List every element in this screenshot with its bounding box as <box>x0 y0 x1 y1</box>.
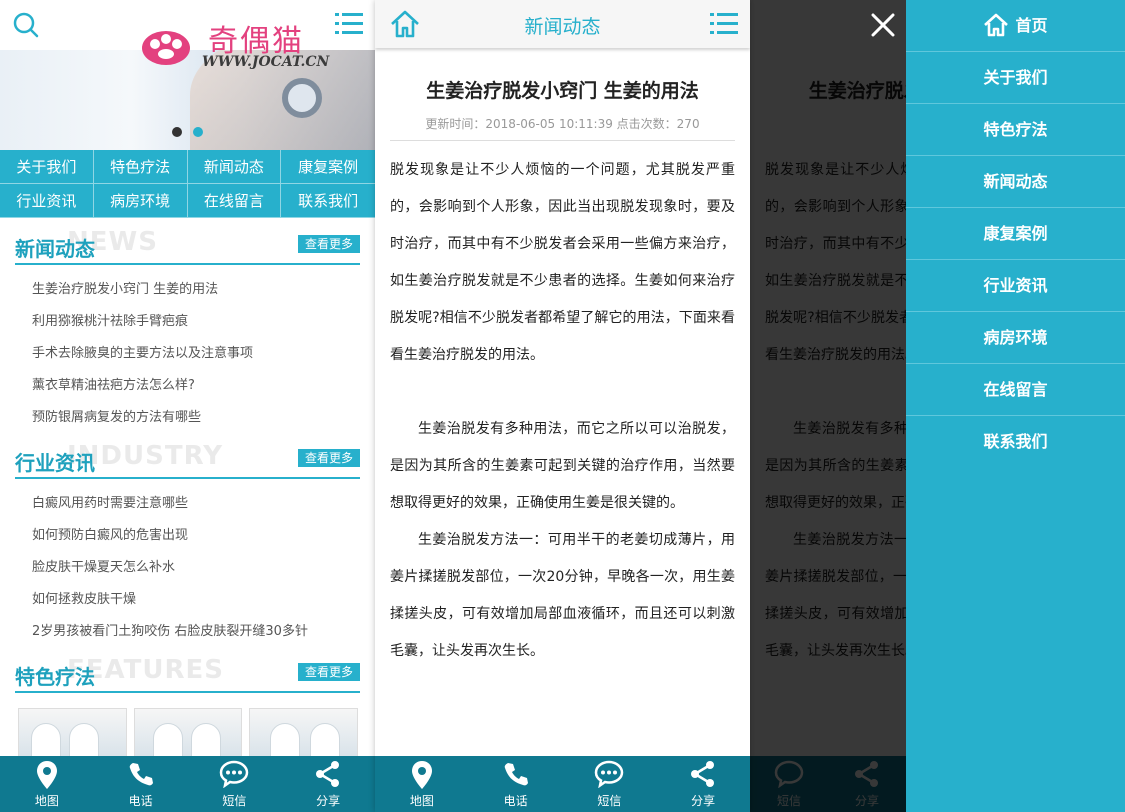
article-meta: 更新时间：2018-06-05 10:11:39 点击次数：270 <box>425 117 700 131</box>
feature-thumb[interactable] <box>133 708 243 758</box>
industry-section-title: 行业资讯 <box>15 451 95 475</box>
side-menu-industry[interactable]: 行业资讯 <box>906 260 1125 312</box>
industry-more-button[interactable]: 查看更多 <box>298 449 360 467</box>
side-menu-contact[interactable]: 联系我们 <box>906 416 1125 468</box>
bottom-share-button[interactable]: 分享 <box>281 756 375 812</box>
list-item[interactable]: 如何拯救皮肤干燥 <box>15 584 360 616</box>
side-menu-cases[interactable]: 康复案例 <box>906 208 1125 260</box>
menu-icon[interactable] <box>710 11 738 37</box>
article-paragraph: 脱发现象是让不少人烦恼的一个问题，尤其脱发严重的，会影响到个人形象，因此当出现脱… <box>390 162 735 363</box>
list-item[interactable]: 白癜风用药时需要注意哪些 <box>15 488 360 520</box>
slider-dot-1[interactable] <box>172 127 182 137</box>
bottom-sms-button[interactable]: 短信 <box>563 756 657 812</box>
list-item[interactable]: 手术去除腋臭的主要方法以及注意事项 <box>15 338 360 370</box>
nav-item-about[interactable]: 关于我们 <box>0 150 94 184</box>
side-menu-message[interactable]: 在线留言 <box>906 364 1125 416</box>
news-section-title: 新闻动态 <box>15 237 95 261</box>
features-thumbnails <box>18 708 359 758</box>
menu-icon[interactable] <box>335 11 363 37</box>
bottom-share-label: 分享 <box>691 794 716 808</box>
share-icon <box>691 761 715 787</box>
site-logo[interactable]: 奇偶猫 WWW.JOCAT.CN <box>138 16 329 74</box>
side-menu-home[interactable]: 首页 <box>906 0 1125 52</box>
nav-item-cases[interactable]: 康复案例 <box>281 150 375 184</box>
nav-item-contact[interactable]: 联系我们 <box>281 184 375 218</box>
bottom-share-button[interactable]: 分享 <box>656 756 750 812</box>
home-icon <box>984 13 1009 36</box>
news-more-button[interactable]: 查看更多 <box>298 235 360 253</box>
bottom-map-label: 地图 <box>34 794 59 808</box>
message-icon <box>595 760 624 788</box>
nav-item-news[interactable]: 新闻动态 <box>187 150 282 184</box>
article-top-bar: 新闻动态 <box>375 0 750 48</box>
features-more-button[interactable]: 查看更多 <box>298 663 360 681</box>
article-paragraph: 生姜治脱发方法一：可用半干的老姜切成薄片，用姜片揉搓脱发部位，一次20分钟，早晚… <box>390 532 735 659</box>
list-item[interactable]: 薰衣草精油祛疤方法怎么样? <box>15 370 360 402</box>
paw-logo-icon <box>142 31 190 65</box>
list-item[interactable]: 2岁男孩被看门土狗咬伤 右脸皮肤裂开缝30多针 <box>15 616 360 648</box>
nav-item-ward[interactable]: 病房环境 <box>93 184 188 218</box>
side-menu-features[interactable]: 特色疗法 <box>906 104 1125 156</box>
bottom-map-button[interactable]: 地图 <box>0 756 94 812</box>
side-menu-about[interactable]: 关于我们 <box>906 52 1125 104</box>
home-nav-grid: 关于我们 特色疗法 新闻动态 康复案例 行业资讯 病房环境 在线留言 联系我们 <box>0 150 375 218</box>
side-menu: 首页 关于我们 特色疗法 新闻动态 康复案例 行业资讯 病房环境 在线留言 联系… <box>906 0 1125 812</box>
home-bottom-bar: 地图 电话 短信 分享 <box>0 756 375 812</box>
feature-thumb[interactable] <box>249 708 359 758</box>
bottom-phone-button[interactable]: 电话 <box>94 756 188 812</box>
menu-overlay-backdrop[interactable] <box>750 0 906 812</box>
article-bottom-bar: 地图 电话 短信 分享 <box>375 756 750 812</box>
bottom-map-button[interactable]: 地图 <box>375 756 469 812</box>
article-body: 脱发现象是让不少人烦恼的一个问题，尤其脱发严重的，会影响到个人形象，因此当出现脱… <box>390 152 735 670</box>
bottom-sms-label: 短信 <box>222 794 247 808</box>
features-section: FEATURES 特色疗法 查看更多 <box>15 655 360 693</box>
slider-dot-2[interactable] <box>193 127 203 137</box>
phone-icon <box>129 763 153 786</box>
side-menu-home-label: 首页 <box>1015 16 1048 35</box>
list-item[interactable]: 如何预防白癜风的危害出现 <box>15 520 360 552</box>
map-pin-icon <box>411 761 432 789</box>
bottom-sms-label: 短信 <box>597 794 622 808</box>
bottom-phone-label: 电话 <box>503 794 528 808</box>
side-menu-ward[interactable]: 病房环境 <box>906 312 1125 364</box>
map-pin-icon <box>36 761 57 789</box>
industry-section: INDUSTRY 行业资讯 查看更多 白癜风用药时需要注意哪些 如何预防白癜风的… <box>15 441 360 648</box>
list-item[interactable]: 利用猕猴桃汁祛除手臂疤痕 <box>15 306 360 338</box>
article-panel: 新闻动态 生姜治疗脱发小窍门 生姜的用法 更新时间：2018-06-05 10:… <box>375 0 750 812</box>
side-menu-news[interactable]: 新闻动态 <box>906 156 1125 208</box>
close-icon[interactable] <box>868 10 898 40</box>
article-title: 生姜治疗脱发小窍门 生姜的用法 <box>426 80 699 102</box>
bottom-sms-button[interactable]: 短信 <box>188 756 282 812</box>
list-item[interactable]: 脸皮肤干燥夏天怎么补水 <box>15 552 360 584</box>
nav-item-industry[interactable]: 行业资讯 <box>0 184 94 218</box>
nav-item-features[interactable]: 特色疗法 <box>93 150 188 184</box>
message-icon <box>220 760 249 788</box>
bottom-phone-label: 电话 <box>128 794 153 808</box>
search-icon[interactable] <box>12 11 40 39</box>
share-icon <box>316 761 340 787</box>
home-panel: 奇偶猫 WWW.JOCAT.CN 关于我们 特色疗法 新闻动态 康复案例 行业资… <box>0 0 375 812</box>
feature-thumb[interactable] <box>18 708 127 758</box>
list-item[interactable]: 预防银屑病复发的方法有哪些 <box>15 402 360 434</box>
list-item[interactable]: 生姜治疗脱发小窍门 生姜的用法 <box>15 274 360 306</box>
article-paragraph: 生姜治脱发有多种用法，而它之所以可以治脱发，是因为其所含的生姜素可起到关键的治疗… <box>390 421 735 511</box>
news-section: NEWS 新闻动态 查看更多 生姜治疗脱发小窍门 生姜的用法 利用猕猴桃汁祛除手… <box>15 227 360 434</box>
bottom-phone-button[interactable]: 电话 <box>469 756 563 812</box>
bottom-map-label: 地图 <box>409 794 434 808</box>
phone-icon <box>504 763 528 786</box>
features-section-title: 特色疗法 <box>15 665 95 689</box>
logo-url: WWW.JOCAT.CN <box>202 54 330 70</box>
bottom-share-label: 分享 <box>316 794 341 808</box>
article-header-title: 新闻动态 <box>524 16 601 38</box>
nav-item-message[interactable]: 在线留言 <box>187 184 282 218</box>
